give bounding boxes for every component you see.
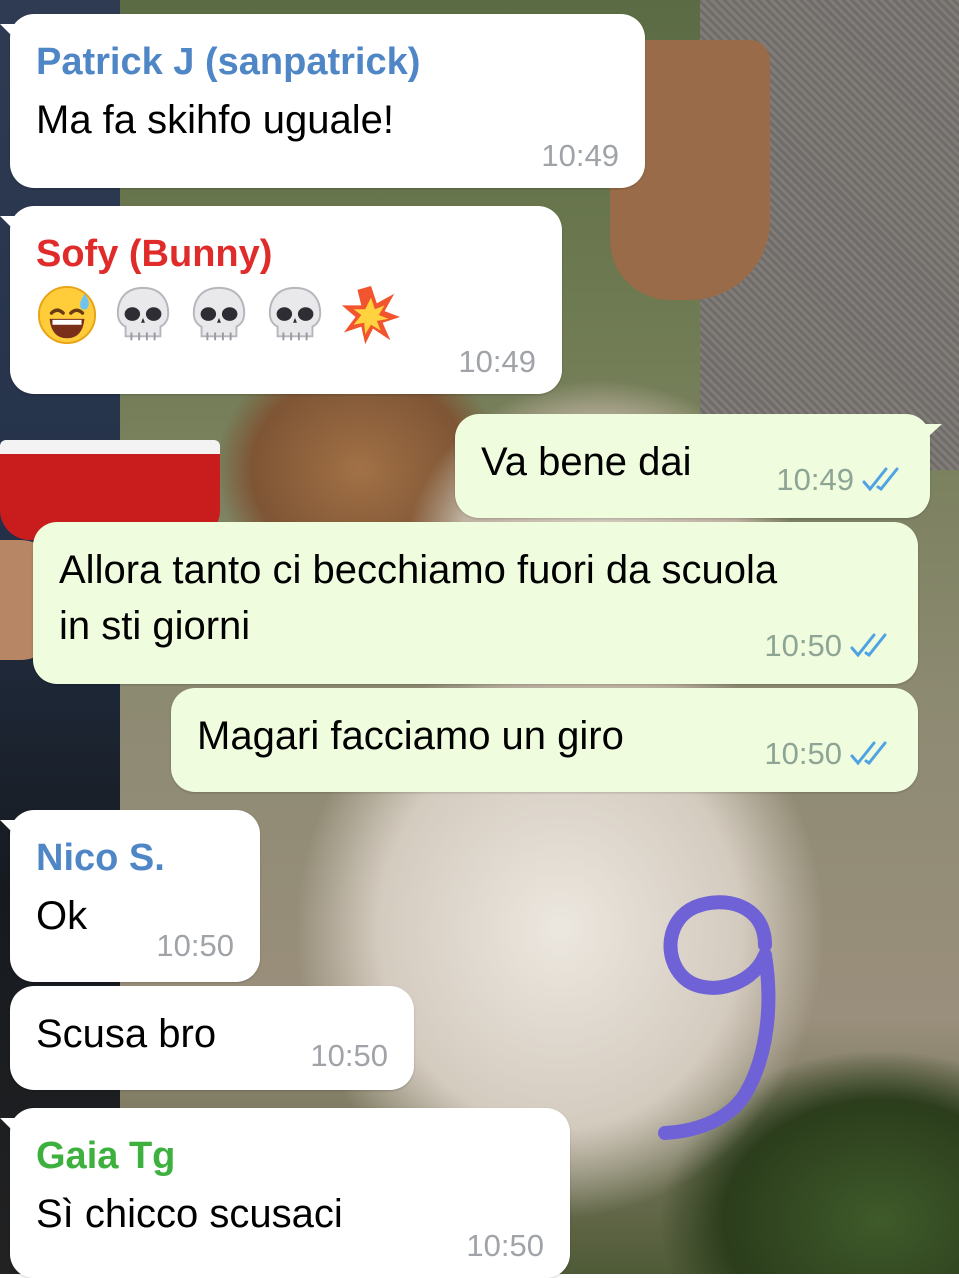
message-time: 10:50: [310, 1038, 388, 1073]
sender-name[interactable]: Gaia Tg: [36, 1134, 540, 1178]
message-bubble[interactable]: Magari facciamo un giro 10:50: [171, 688, 918, 792]
message-time: 10:49: [776, 462, 906, 498]
sender-name[interactable]: Sofy (Bunny): [36, 232, 532, 276]
sender-name[interactable]: Nico S.: [36, 836, 230, 880]
message-bubble[interactable]: Scusa bro 10:50: [10, 986, 414, 1090]
handwritten-nine-annotation: [658, 895, 776, 1140]
message-time: 10:50: [764, 736, 894, 772]
collision-emoji: [341, 285, 401, 345]
double-check-icon: [862, 467, 899, 492]
message-time: 10:50: [764, 628, 894, 664]
message-time: 10:50: [156, 928, 234, 963]
message-bubble[interactable]: Allora tanto ci becchiamo fuori da scuol…: [33, 522, 918, 684]
message-time: 10:49: [541, 138, 619, 173]
message-time: 10:50: [466, 1228, 544, 1263]
skull-emoji: [192, 286, 246, 341]
sweat-smile-emoji: [37, 285, 97, 345]
message-bubble[interactable]: Nico S. Ok 10:50: [0, 810, 260, 982]
message-bubble[interactable]: Gaia Tg Sì chicco scusaci 10:50: [0, 1108, 570, 1278]
emoji-row: [36, 284, 532, 346]
message-time: 10:49: [458, 344, 536, 379]
message-bubble[interactable]: Sofy (Bunny) 10:49: [0, 206, 562, 394]
skull-emoji: [268, 286, 322, 341]
double-check-icon: [850, 633, 887, 658]
message-text: Allora tanto ci becchiamo fuori da scuol…: [59, 548, 778, 648]
message-bubble[interactable]: Va bene dai 10:49: [455, 414, 942, 518]
sender-name[interactable]: Patrick J (sanpatrick): [36, 40, 615, 84]
message-text: Ma fa skihfo uguale!: [36, 98, 394, 142]
double-check-icon: [850, 741, 887, 766]
message-text: Sì chicco scusaci: [36, 1192, 343, 1236]
skull-emoji: [116, 286, 170, 341]
message-bubble[interactable]: Patrick J (sanpatrick) Ma fa skihfo ugua…: [0, 14, 645, 188]
